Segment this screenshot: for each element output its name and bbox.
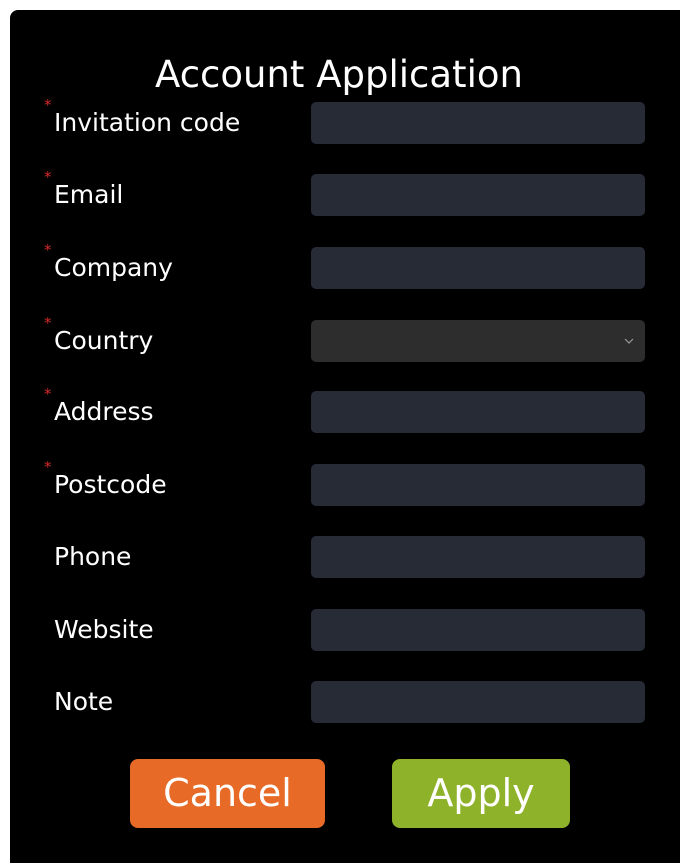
phone-input[interactable] <box>311 536 645 578</box>
country-label: Country <box>54 326 154 355</box>
account-application-dialog: Account Application * Invitation code * … <box>10 10 680 863</box>
website-input[interactable] <box>311 609 645 651</box>
phone-label: Phone <box>54 542 132 571</box>
chevron-down-icon <box>624 338 634 344</box>
country-row: * Country <box>10 316 680 362</box>
required-marker: * <box>44 241 52 259</box>
invitation-code-label: Invitation code <box>54 108 241 137</box>
email-label: Email <box>54 180 124 209</box>
postcode-row: * Postcode <box>10 460 680 506</box>
country-select[interactable] <box>311 320 645 362</box>
note-label: Note <box>54 687 114 716</box>
required-marker: * <box>44 385 52 403</box>
address-row: * Address <box>10 387 680 433</box>
company-label: Company <box>54 253 173 282</box>
invitation-code-input[interactable] <box>311 102 645 144</box>
required-marker: * <box>44 96 52 114</box>
email-input[interactable] <box>311 174 645 216</box>
note-input[interactable] <box>311 681 645 723</box>
required-marker: * <box>44 168 52 186</box>
dialog-title: Account Application <box>155 53 523 96</box>
company-input[interactable] <box>311 247 645 289</box>
postcode-label: Postcode <box>54 470 167 499</box>
apply-button[interactable]: Apply <box>392 759 570 828</box>
phone-row: Phone <box>10 536 680 578</box>
required-marker: * <box>44 458 52 476</box>
required-marker: * <box>44 314 52 332</box>
company-row: * Company <box>10 243 680 289</box>
email-row: * Email <box>10 170 680 216</box>
note-row: Note <box>10 681 680 723</box>
postcode-input[interactable] <box>311 464 645 506</box>
website-label: Website <box>54 615 154 644</box>
address-input[interactable] <box>311 391 645 433</box>
address-label: Address <box>54 397 154 426</box>
invitation-code-row: * Invitation code <box>10 98 680 144</box>
cancel-button[interactable]: Cancel <box>130 759 325 828</box>
website-row: Website <box>10 609 680 651</box>
